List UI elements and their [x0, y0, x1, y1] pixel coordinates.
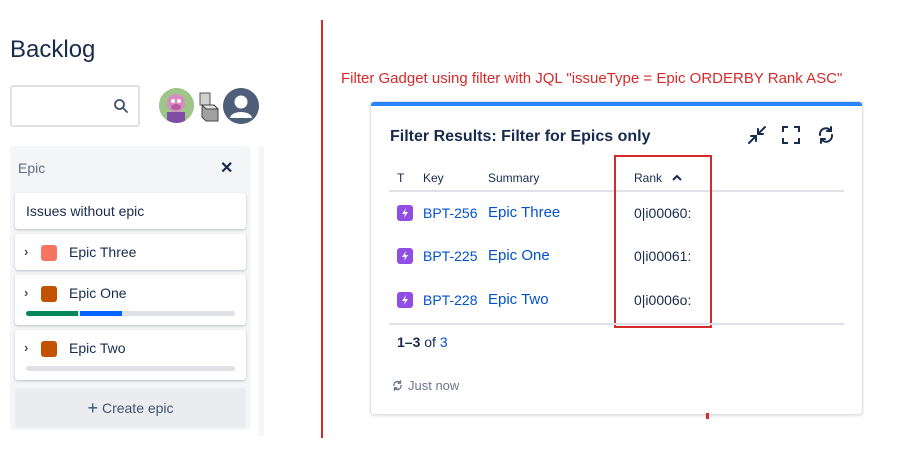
epic-issue-type-icon: [397, 205, 413, 221]
maximize-icon[interactable]: [780, 124, 802, 146]
epic-color-swatch: [41, 245, 57, 261]
issues-without-epic[interactable]: Issues without epic: [15, 193, 246, 229]
search-icon: [114, 99, 128, 113]
epic-progress-bar: [26, 366, 235, 371]
progress-in-progress: [80, 311, 123, 316]
chevron-right-icon[interactable]: ›: [24, 340, 28, 355]
minimize-icon[interactable]: [746, 124, 768, 146]
issue-summary-link[interactable]: Epic Two: [488, 291, 549, 308]
epic-name: Epic Three: [69, 244, 137, 260]
chevron-right-icon[interactable]: ›: [24, 244, 28, 259]
pagination-total-link[interactable]: 3: [440, 334, 448, 350]
epic-color-swatch: [41, 341, 57, 357]
create-epic-button[interactable]: + Create epic: [15, 388, 246, 428]
pagination-range: 1–3: [397, 334, 421, 350]
progress-done: [26, 311, 79, 316]
epic-progress-bar: [26, 311, 235, 316]
search-input[interactable]: [10, 85, 140, 127]
avatar[interactable]: [159, 88, 194, 123]
column-header-summary[interactable]: Summary: [488, 171, 539, 185]
column-header-key[interactable]: Key: [423, 171, 444, 185]
plus-icon: +: [87, 398, 98, 418]
issue-summary-link[interactable]: Epic One: [488, 247, 550, 264]
avatar[interactable]: [223, 88, 259, 124]
refresh-icon[interactable]: [815, 124, 837, 146]
create-epic-label: Create epic: [101, 400, 174, 416]
last-refreshed-label: Just now: [408, 378, 460, 393]
chevron-right-icon[interactable]: ›: [24, 285, 28, 300]
epic-color-swatch: [41, 286, 57, 302]
pagination-of: of: [424, 334, 436, 350]
column-header-type[interactable]: T: [397, 171, 404, 185]
gadget-title: Filter Results: Filter for Epics only: [390, 128, 651, 145]
table-divider: [389, 323, 844, 325]
epic-item[interactable]: › Epic Two: [15, 330, 246, 380]
rank-highlight-box: [614, 155, 712, 328]
epic-item[interactable]: › Epic Three: [15, 234, 246, 270]
issue-key-link[interactable]: BPT-256: [423, 205, 477, 221]
epic-item[interactable]: › Epic One: [15, 275, 246, 325]
last-refreshed: Just now: [391, 378, 459, 393]
epic-issue-type-icon: [397, 248, 413, 264]
pagination: 1–3 of 3: [397, 334, 448, 350]
annotation-text: Filter Gadget using filter with JQL "iss…: [341, 70, 843, 87]
annotation-mark: [706, 413, 709, 419]
issue-key-link[interactable]: BPT-225: [423, 248, 477, 264]
avatar[interactable]: [196, 91, 220, 123]
epic-name: Epic Two: [69, 340, 126, 356]
refresh-icon[interactable]: [391, 379, 404, 392]
issues-without-epic-label: Issues without epic: [26, 203, 145, 219]
epic-panel-header: Epic: [18, 160, 46, 176]
epic-name: Epic One: [69, 285, 127, 301]
close-icon[interactable]: ✕: [220, 158, 233, 178]
divider: [321, 20, 323, 438]
scrollbar[interactable]: [258, 146, 264, 436]
page-title: Backlog: [10, 36, 96, 63]
issue-key-link[interactable]: BPT-228: [423, 292, 477, 308]
issue-summary-link[interactable]: Epic Three: [488, 204, 560, 221]
epic-issue-type-icon: [397, 292, 413, 308]
